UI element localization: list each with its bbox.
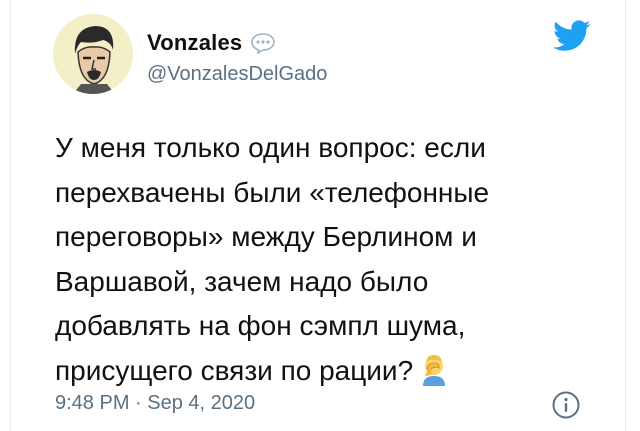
author-display-name[interactable]: Vonzales <box>147 30 242 56</box>
twitter-bird-icon[interactable] <box>553 20 591 52</box>
tweet-timestamp[interactable]: 9:48 PM · Sep 4, 2020 <box>55 392 255 415</box>
tweet-text: У меня только один вопрос: если перехвач… <box>55 126 595 393</box>
tweet-card: Vonzales @VonzalesDelGado У меня только … <box>10 0 626 431</box>
facepalm-emoji-icon <box>419 352 449 386</box>
author-name-row[interactable]: Vonzales <box>147 30 276 56</box>
avatar[interactable] <box>53 14 133 94</box>
author-handle[interactable]: @VonzalesDelGado <box>147 63 327 86</box>
tweet-body: У меня только один вопрос: если перехвач… <box>55 132 490 386</box>
info-icon[interactable] <box>551 390 581 420</box>
avatar-portrait-icon <box>53 14 133 94</box>
speech-bubble-icon <box>250 32 276 55</box>
